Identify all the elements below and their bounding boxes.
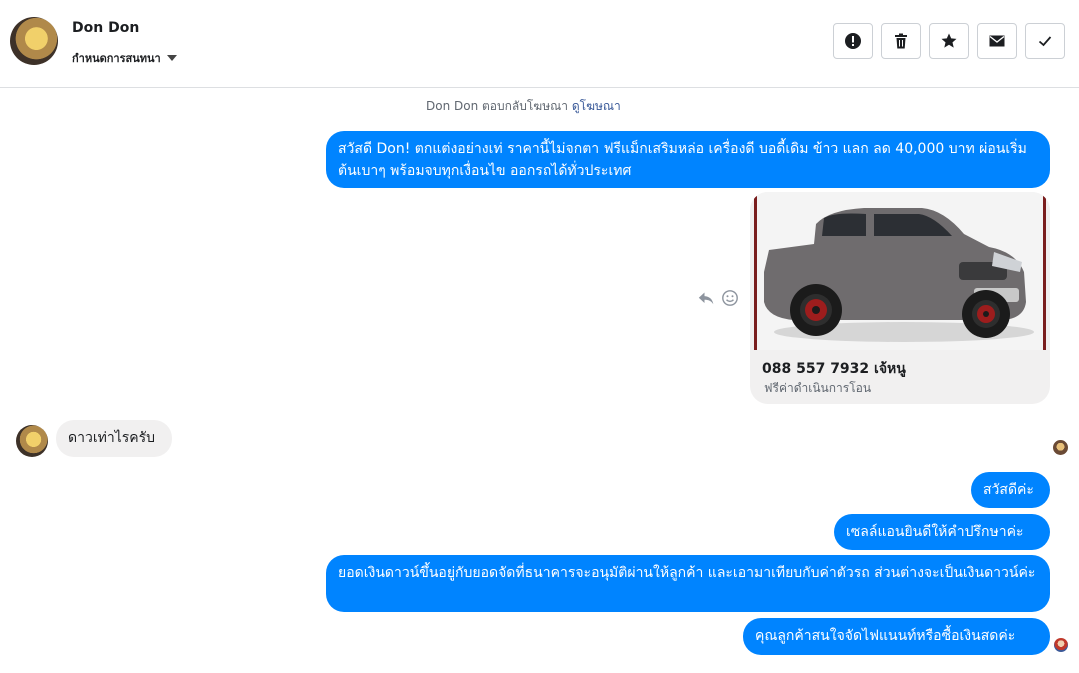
emoji-reaction-icon[interactable] (721, 289, 739, 307)
contact-avatar-small (16, 425, 48, 457)
contact-name[interactable]: Don Don (72, 20, 139, 36)
ad-reply-note: Don Don ตอบกลับโฆษณา ดูโฆษณา (426, 97, 621, 116)
incoming-message: ดาวเท่าไรครับ (56, 420, 172, 457)
ad-card[interactable]: 088 557 7932 เจ้หนู ฟรีค่าดำเนินการโอน (750, 192, 1050, 404)
pickup-truck-image (754, 192, 1046, 350)
ad-card-subtitle: ฟรีค่าดำเนินการโอน (764, 381, 872, 395)
ad-reply-text: Don Don ตอบกลับโฆษณา (426, 99, 568, 113)
star-icon (941, 33, 957, 48)
reply-message-4: คุณลูกค้าสนใจจัดไฟแนนท์หรือซื้อเงินสดค่ะ (743, 618, 1050, 655)
delete-button[interactable] (881, 23, 921, 59)
view-ad-link[interactable]: ดูโฆษณา (572, 99, 621, 113)
mark-unread-button[interactable] (977, 23, 1017, 59)
action-toolbar (833, 23, 1065, 59)
mark-done-button[interactable] (1025, 23, 1065, 59)
reply-icon[interactable] (697, 289, 715, 307)
exclamation-icon (845, 33, 861, 49)
reply-message-2: เซลล์แอนยินดีให้คำปรึกษาค่ะ (834, 514, 1050, 550)
ad-greeting-message: สวัสดี Don! ตกแต่งอย่างเท่ ราคานี้ไม่จกต… (326, 131, 1050, 188)
trash-icon (895, 33, 907, 49)
star-button[interactable] (929, 23, 969, 59)
assign-conversation-dropdown[interactable]: กำหนดการสนทนา (72, 49, 177, 67)
sender-avatar (1054, 638, 1068, 652)
caret-down-icon (166, 55, 177, 61)
reply-message-1: สวัสดีค่ะ (971, 472, 1050, 508)
conversation-header: Don Don กำหนดการสนทนา (0, 0, 1079, 88)
reply-message-3: ยอดเงินดาวน์ขึ้นอยู่กับยอดจัดที่ธนาคารจะ… (326, 555, 1050, 612)
envelope-icon (989, 35, 1005, 47)
assign-label: กำหนดการสนทนา (72, 52, 161, 65)
seen-indicator-avatar (1053, 440, 1068, 455)
checkmark-icon (1038, 36, 1052, 47)
message-hover-actions (697, 289, 739, 307)
contact-avatar[interactable] (10, 17, 58, 65)
ad-card-title: 088 557 7932 เจ้หนู (762, 361, 906, 377)
report-button[interactable] (833, 23, 873, 59)
